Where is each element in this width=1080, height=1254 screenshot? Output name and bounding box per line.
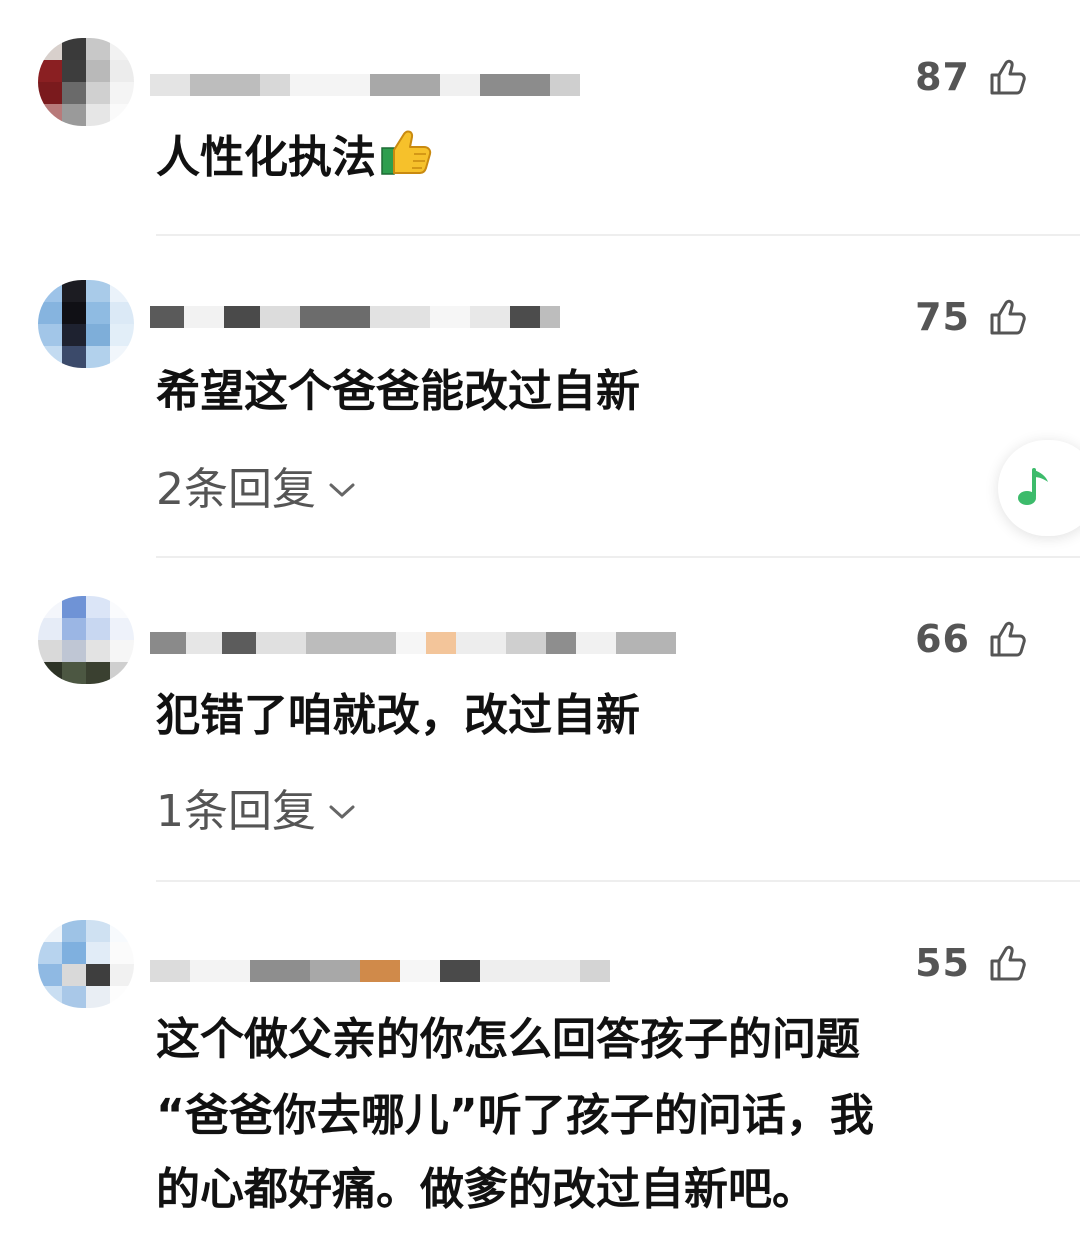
thumbs-up-emoji-icon — [381, 130, 432, 175]
avatar[interactable] — [38, 38, 134, 126]
like-count: 55 — [915, 941, 970, 985]
like-button[interactable]: 66 — [915, 616, 1030, 662]
chevron-down-icon — [329, 805, 355, 819]
comment-text-line: “爸爸你去哪儿”听了孩子的问话，我 — [156, 1090, 874, 1141]
like-button[interactable]: 55 — [915, 940, 1030, 986]
thumbs-up-outline-icon — [990, 945, 1026, 981]
comment-text: 犯错了咱就改，改过自新 — [156, 690, 640, 741]
avatar[interactable] — [38, 920, 134, 1008]
thumbs-up-outline-icon — [990, 299, 1026, 335]
replies-label: 1条回复 — [156, 786, 316, 837]
like-count: 75 — [915, 295, 970, 339]
like-button[interactable]: 87 — [915, 54, 1030, 100]
thumbs-up-outline-icon — [990, 621, 1026, 657]
like-count: 66 — [915, 617, 970, 661]
comment-text-content: 人性化执法 — [156, 132, 376, 183]
comment-text: 希望这个爸爸能改过自新 — [156, 366, 640, 417]
divider — [156, 234, 1080, 236]
floating-music-button[interactable] — [998, 440, 1080, 536]
chevron-down-icon — [329, 483, 355, 497]
divider — [156, 880, 1080, 882]
thumbs-up-outline-icon — [990, 59, 1026, 95]
replies-label: 2条回复 — [156, 464, 316, 515]
like-count: 87 — [915, 55, 970, 99]
username-blurred[interactable] — [150, 630, 676, 656]
expand-replies-button[interactable]: 1条回复 — [156, 782, 356, 842]
divider — [156, 556, 1080, 558]
comment-text-line: 这个做父亲的你怎么回答孩子的问题 — [156, 1014, 860, 1065]
username-blurred[interactable] — [150, 304, 560, 330]
like-button[interactable]: 75 — [915, 294, 1030, 340]
username-blurred[interactable] — [150, 958, 610, 984]
comment-text-line: 的心都好痛。做爹的改过自新吧。 — [156, 1164, 816, 1215]
username-blurred[interactable] — [150, 72, 580, 98]
music-note-icon — [1018, 468, 1048, 505]
avatar[interactable] — [38, 596, 134, 684]
expand-replies-button[interactable]: 2条回复 — [156, 460, 356, 520]
comment-text: 人性化执法 — [156, 122, 436, 194]
avatar[interactable] — [38, 280, 134, 368]
